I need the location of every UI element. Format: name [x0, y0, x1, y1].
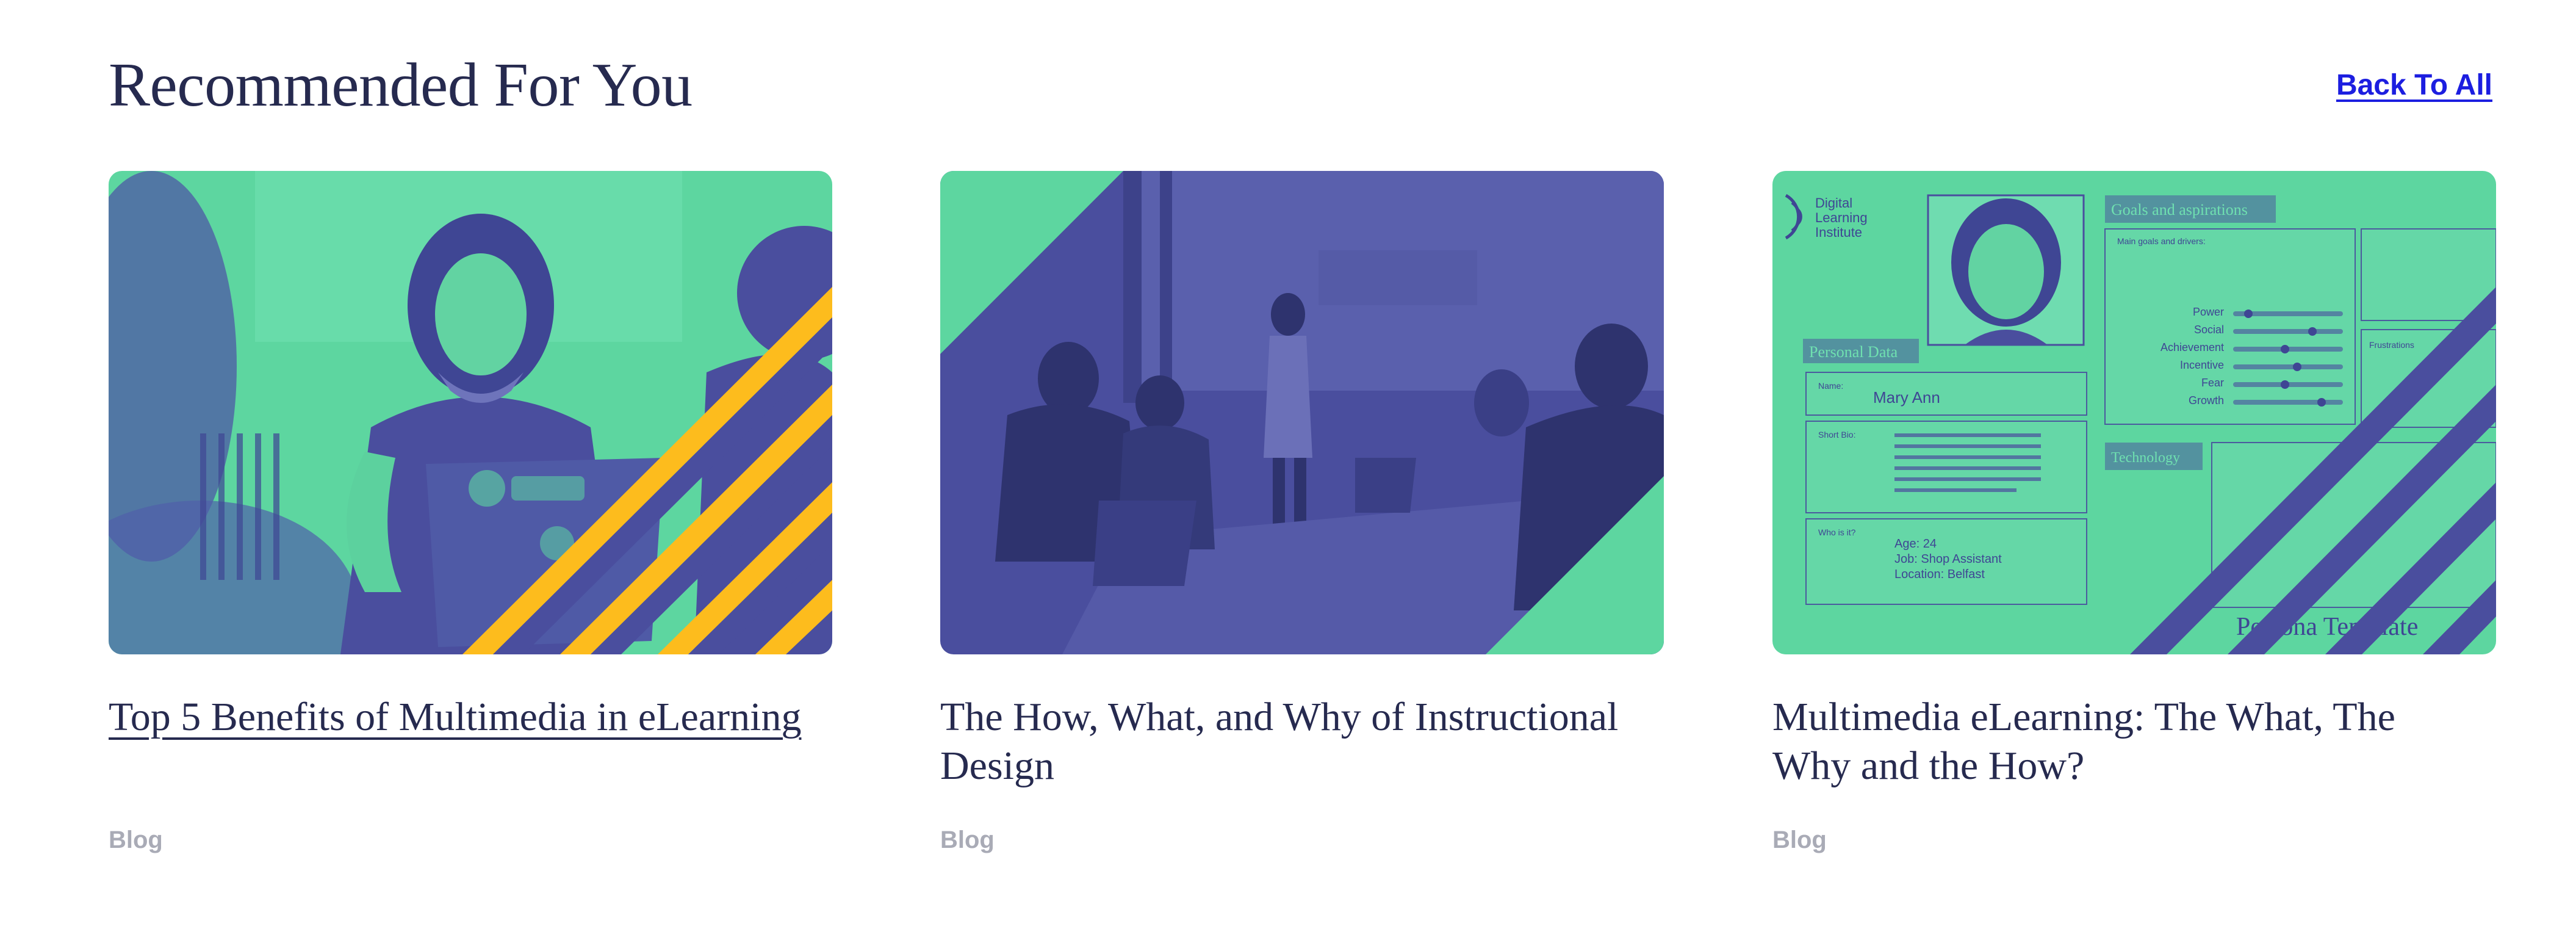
- svg-text:Job: Shop Assistant: Job: Shop Assistant: [1894, 552, 2002, 566]
- card-title[interactable]: Top 5 Benefits of Multimedia in eLearnin…: [109, 693, 810, 742]
- persona-name: Mary Ann: [1873, 388, 1940, 407]
- card-title[interactable]: The How, What, and Why of Instructional …: [940, 693, 1642, 790]
- svg-text:Age: 24: Age: 24: [1894, 537, 1937, 551]
- article-card[interactable]: Digital Learning Institute Personal Data: [1772, 171, 2496, 873]
- goals-heading: Goals and aspirations: [2111, 201, 2248, 219]
- recommended-section: Recommended For You Back To All Top 5 Be…: [0, 0, 2576, 937]
- article-card[interactable]: Top 5 Benefits of Multimedia in eLearnin…: [109, 171, 832, 873]
- card-image[interactable]: Digital Learning Institute Personal Data: [1772, 171, 2496, 654]
- svg-text:Main goals and drivers:: Main goals and drivers:: [2117, 236, 2206, 246]
- persona-template-photo: Digital Learning Institute Personal Data: [1772, 171, 2496, 654]
- technology-heading: Technology: [2111, 450, 2180, 466]
- article-card[interactable]: The How, What, and Why of Instructional …: [940, 171, 1664, 873]
- svg-text:Social: Social: [2194, 324, 2224, 336]
- section-title: Recommended For You: [109, 51, 693, 120]
- card-list: Top 5 Benefits of Multimedia in eLearnin…: [109, 171, 2496, 873]
- svg-text:Location: Belfast: Location: Belfast: [1894, 568, 1985, 581]
- svg-text:Growth: Growth: [2189, 394, 2224, 407]
- logo-text-3: Institute: [1815, 225, 1862, 240]
- svg-text:Name:: Name:: [1818, 381, 1843, 391]
- svg-text:Frustrations: Frustrations: [2369, 340, 2414, 350]
- card-image[interactable]: [109, 171, 832, 654]
- svg-text:Short Bio:: Short Bio:: [1818, 430, 1855, 440]
- personal-data-heading: Personal Data: [1809, 343, 1898, 361]
- svg-text:Power: Power: [2193, 306, 2224, 318]
- card-tag: Blog: [940, 827, 995, 853]
- back-to-all-link[interactable]: Back To All: [2336, 64, 2492, 107]
- logo-text-1: Digital: [1815, 195, 1852, 211]
- card-image[interactable]: [940, 171, 1664, 654]
- svg-text:Fear: Fear: [2201, 377, 2224, 389]
- svg-text:Who is it?: Who is it?: [1818, 527, 1856, 537]
- meeting-presentation-photo: [940, 171, 1664, 654]
- card-tag: Blog: [109, 827, 163, 853]
- section-header: Recommended For You Back To All: [109, 43, 2492, 128]
- card-title[interactable]: Multimedia eLearning: The What, The Why …: [1772, 693, 2474, 790]
- svg-text:Achievement: Achievement: [2160, 341, 2224, 353]
- svg-text:Incentive: Incentive: [2180, 359, 2224, 371]
- woman-with-laptop-photo: [109, 171, 832, 654]
- card-tag: Blog: [1772, 827, 1827, 853]
- logo-text-2: Learning: [1815, 210, 1868, 225]
